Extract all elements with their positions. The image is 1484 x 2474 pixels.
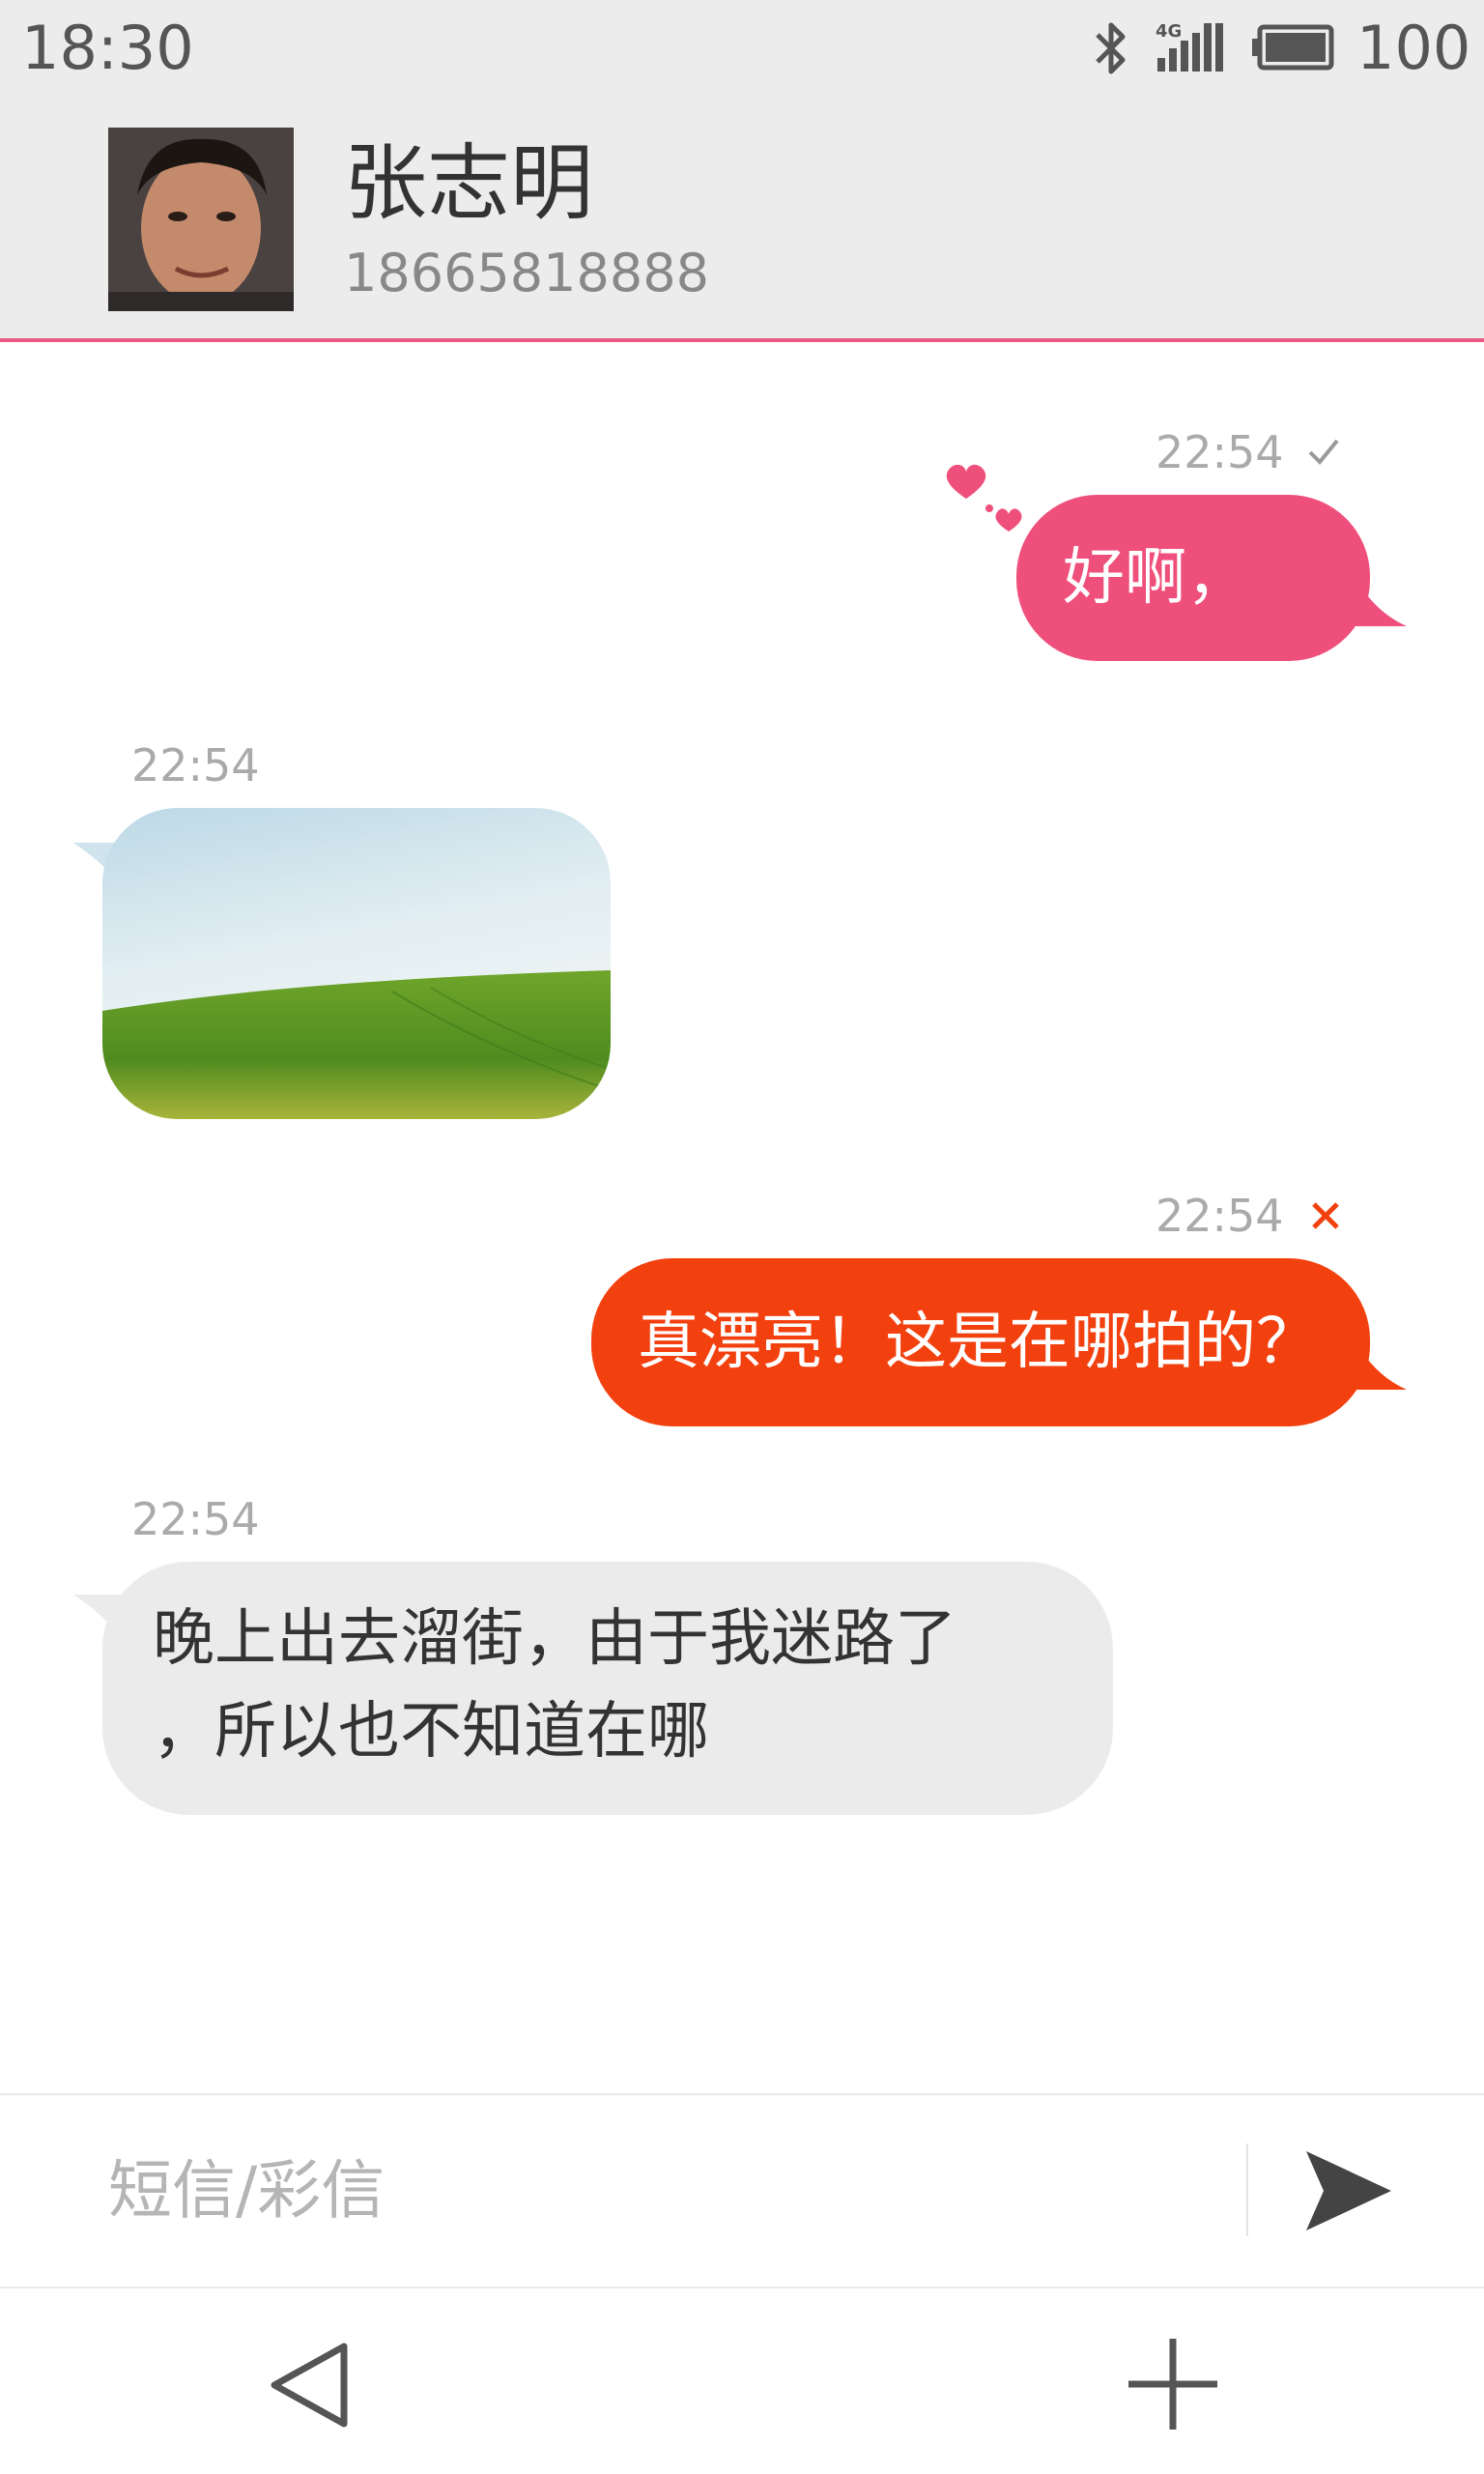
send-icon[interactable] bbox=[1295, 2138, 1401, 2244]
nav-divider bbox=[0, 2287, 1484, 2288]
message-timestamp: 22:54 bbox=[131, 739, 260, 791]
add-icon[interactable] bbox=[1125, 2331, 1221, 2437]
composer-separator bbox=[1246, 2143, 1248, 2236]
bubble-tail bbox=[1333, 572, 1407, 626]
contact-name[interactable]: 张志明 bbox=[344, 135, 593, 232]
check-icon bbox=[1308, 439, 1339, 465]
message-text-line: ，所以也不知道在哪 bbox=[153, 1696, 709, 1768]
message-input[interactable] bbox=[108, 2142, 1219, 2238]
contact-number: 18665818888 bbox=[344, 243, 709, 303]
status-time: 18:30 bbox=[21, 13, 194, 83]
message-timestamp: 22:54 bbox=[1156, 426, 1284, 478]
send-failed-icon[interactable] bbox=[1306, 1196, 1345, 1235]
battery-icon bbox=[1252, 24, 1334, 71]
incoming-message-bubble[interactable]: 晚上出去溜街，由于我迷路了 ，所以也不知道在哪 bbox=[102, 1562, 1113, 1815]
message-timestamp: 22:54 bbox=[131, 1493, 260, 1545]
outgoing-message-bubble[interactable]: 好啊，发！ bbox=[1016, 495, 1370, 780]
contact-avatar[interactable] bbox=[108, 128, 294, 311]
message-timestamp: 22:54 bbox=[1156, 1190, 1284, 1242]
outgoing-message-bubble[interactable]: 真漂亮！这是在哪拍的？ bbox=[591, 1258, 1370, 1426]
bubble-tail bbox=[1333, 1336, 1407, 1390]
message-text-line: 晚上出去溜街，由于我迷路了 bbox=[153, 1603, 956, 1675]
svg-text:4G: 4G bbox=[1156, 21, 1182, 42]
hearts-icon bbox=[946, 464, 1022, 532]
back-icon[interactable] bbox=[263, 2337, 359, 2433]
composer-divider bbox=[0, 2093, 1484, 2095]
header-divider bbox=[0, 338, 1484, 342]
bluetooth-icon bbox=[1096, 22, 1126, 74]
battery-percent: 100 bbox=[1356, 13, 1471, 83]
signal-4g-icon: 4G bbox=[1156, 21, 1223, 72]
image-message[interactable] bbox=[102, 808, 611, 1119]
